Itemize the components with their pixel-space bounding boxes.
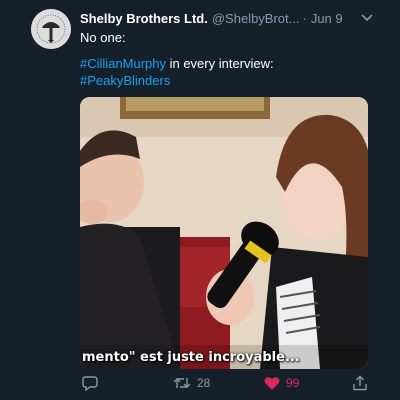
tweet-line-1: No one: (80, 30, 126, 45)
tweet-header: Shelby Brothers Ltd. @ShelbyBrot... · Ju… (80, 9, 374, 27)
like-count: 99 (286, 376, 300, 390)
like-button[interactable]: 99 (264, 372, 299, 394)
tweet-line-2-text: in every interview: (165, 56, 274, 71)
reply-button[interactable] (82, 372, 98, 394)
video-subtitle: mento" est juste incroyable... (82, 350, 300, 365)
separator-dot: · (302, 10, 307, 26)
hashtag-peakyblinders[interactable]: #PeakyBlinders (80, 72, 376, 89)
reply-icon (82, 376, 98, 391)
heart-icon (264, 376, 280, 390)
retweet-icon (173, 378, 191, 388)
tweet-actions: 28 99 (70, 372, 380, 394)
retweet-count: 28 (197, 376, 211, 390)
tweet-date[interactable]: Jun 9 (311, 11, 343, 26)
retweet-button[interactable]: 28 (173, 372, 210, 394)
tweet-text: No one: #CillianMurphy in every intervie… (80, 29, 376, 89)
share-icon (353, 375, 367, 391)
user-handle[interactable]: @ShelbyBrot... (212, 11, 300, 26)
peaky-cap-logo-icon (31, 9, 71, 49)
avatar[interactable] (31, 9, 71, 49)
video-media[interactable]: mento" est juste incroyable... (80, 97, 368, 369)
tweet-card: Shelby Brothers Ltd. @ShelbyBrot... · Ju… (0, 0, 400, 400)
hashtag-cillianmurphy[interactable]: #CillianMurphy (80, 56, 166, 71)
tweet-line-2: #CillianMurphy in every interview: (80, 55, 376, 72)
video-frame-image (80, 97, 368, 369)
display-name[interactable]: Shelby Brothers Ltd. (80, 11, 208, 26)
chevron-down-icon[interactable] (360, 9, 374, 27)
share-button[interactable] (352, 372, 368, 394)
